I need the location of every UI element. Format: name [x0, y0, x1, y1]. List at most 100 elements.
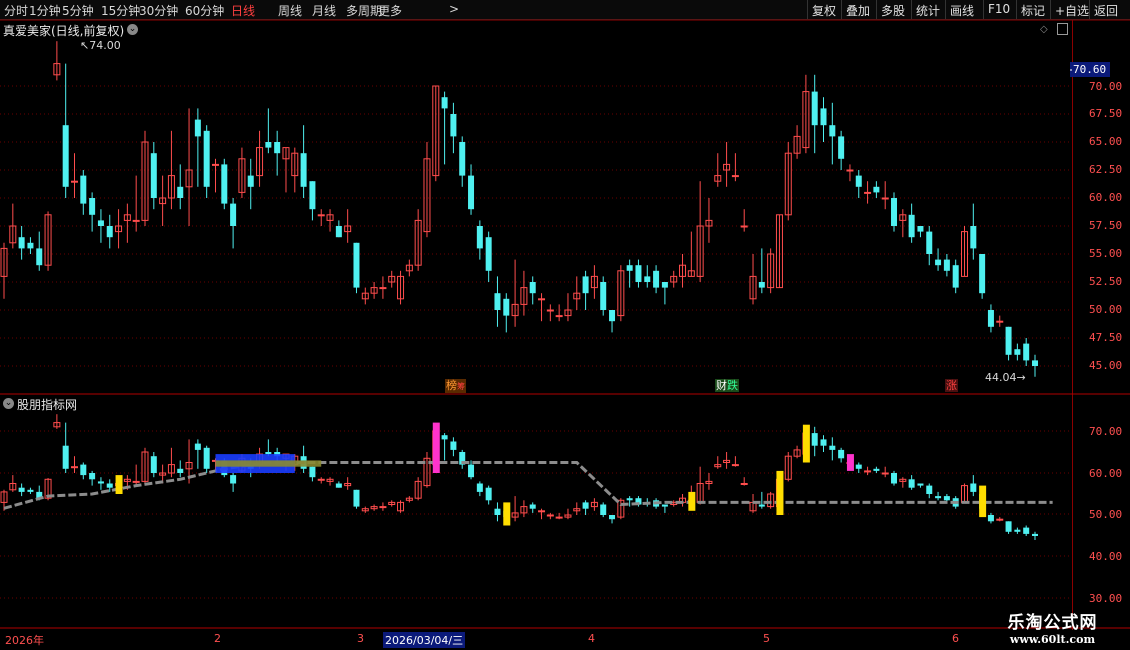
indicator-candle-body: [564, 514, 572, 518]
candle-body: [881, 197, 889, 200]
signal-bar: [979, 485, 987, 518]
candle-body: [450, 114, 457, 137]
candle-body: [203, 130, 210, 187]
indicator-candle-body: [979, 494, 986, 509]
toolbar-button[interactable]: 叠加: [841, 0, 874, 19]
candle-body: [846, 169, 854, 172]
signal-bar: [846, 454, 854, 471]
y-tick-label: 45.00: [1089, 359, 1123, 372]
candle-body: [546, 309, 554, 312]
period-tab[interactable]: 更多: [378, 2, 402, 19]
indicator-candle-body: [423, 457, 431, 487]
period-tab[interactable]: 15分钟: [101, 2, 140, 19]
toolbar-button[interactable]: 复权: [807, 0, 840, 19]
candle-body: [899, 214, 907, 221]
candle-body: [167, 175, 175, 199]
candle-body: [555, 315, 563, 318]
signal-bar: [802, 424, 810, 463]
indicator-title-label: 股朋指标网: [17, 398, 78, 412]
annotation-cai-die[interactable]: 财跌: [715, 379, 739, 392]
period-tab[interactable]: 60分钟: [185, 2, 224, 19]
period-tab[interactable]: 周线: [278, 2, 302, 19]
toolbar-button[interactable]: +自选: [1050, 0, 1093, 19]
toolbar-button[interactable]: 统计: [911, 0, 944, 19]
low-price-marker: 44.04→: [985, 371, 1026, 384]
period-tab[interactable]: 分时: [4, 2, 28, 19]
candle-body: [908, 214, 915, 238]
candle-body: [731, 175, 739, 178]
indicator-candle-body: [899, 478, 907, 482]
candle-body: [775, 214, 783, 289]
indicator-candle-body: [70, 466, 78, 469]
indicator-candle-body: [159, 472, 167, 476]
indicator-candle-body: [291, 455, 299, 466]
indicator-candle-body: [468, 464, 475, 478]
candle-body: [511, 303, 519, 317]
candle-body: [185, 169, 193, 188]
indicator-candle-body: [529, 504, 536, 509]
candle-body: [291, 152, 299, 177]
candle-body: [1032, 360, 1038, 366]
toolbar-button[interactable]: 画线: [945, 0, 978, 19]
candlestick-chart[interactable]: [0, 0, 1130, 650]
indicator-candle-body: [546, 514, 554, 517]
indicator-candle-body: [274, 452, 281, 457]
low-marker-arrow: →: [1016, 371, 1026, 384]
indicator-candle-body: [970, 483, 977, 492]
signal-bar: [776, 470, 784, 515]
annotation-zhang[interactable]: 涨: [945, 379, 958, 392]
indicator-candle-body: [27, 489, 34, 492]
indicator-candle-body: [185, 462, 193, 470]
period-tab[interactable]: 日线: [231, 2, 255, 19]
candle-body: [9, 225, 17, 244]
period-tab[interactable]: 月线: [312, 2, 336, 19]
period-tab[interactable]: 多周期: [346, 2, 382, 19]
y-tick-label: 65.00: [1089, 135, 1123, 148]
candle-body: [687, 270, 695, 277]
candle-body: [582, 276, 589, 294]
indicator-candle-body: [829, 445, 836, 450]
indicator-candle-body: [749, 501, 757, 512]
candle-body: [238, 158, 246, 193]
toolbar-button[interactable]: 返回: [1089, 0, 1122, 19]
period-tab[interactable]: 5分钟: [62, 2, 94, 19]
period-tab[interactable]: 30分钟: [139, 2, 178, 19]
indicator-candle-body: [203, 447, 210, 469]
indicator-candle-body: [432, 430, 440, 466]
candle-body: [476, 226, 483, 249]
watermark-url: www.60lt.com: [1009, 633, 1096, 646]
indicator-candle-body: [679, 497, 687, 503]
indicator-candle-body: [811, 433, 818, 446]
indicator-candle-body: [935, 496, 942, 499]
period-tab[interactable]: 1分钟: [29, 2, 61, 19]
candle-body: [987, 310, 994, 327]
toolbar-button[interactable]: F10: [983, 0, 1014, 19]
indicator-candle-body: [538, 510, 546, 513]
window-icon[interactable]: [1057, 23, 1068, 35]
candle-body: [36, 248, 43, 266]
indicator-candle-body: [767, 493, 775, 508]
diamond-icon[interactable]: ◇: [1040, 24, 1048, 35]
indicator-candle-body: [820, 439, 827, 446]
annotation-bang[interactable]: 榜筹: [445, 379, 466, 393]
toolbar-button[interactable]: 多股: [876, 0, 909, 19]
indicator-candle-body: [344, 483, 352, 487]
candle-body: [820, 108, 827, 126]
candle-body: [529, 282, 536, 294]
indicator-candle-body: [177, 468, 184, 473]
chevron-down-icon[interactable]: ⌄: [127, 24, 138, 35]
indicator-candle-body: [123, 478, 131, 482]
indicator-candle-body: [661, 504, 668, 507]
toolbar-button[interactable]: 标记: [1016, 0, 1049, 19]
candle-body: [317, 214, 325, 217]
indicator-candle-body: [335, 483, 342, 488]
indicator-candle-body: [450, 441, 457, 450]
chevron-down-icon[interactable]: ⌄: [3, 398, 14, 409]
candle-body: [970, 226, 977, 249]
indicator-candle-body: [881, 472, 889, 475]
y-tick-label: 50.00: [1089, 508, 1123, 521]
indicator-candle-body: [388, 501, 396, 505]
watermark: 乐淘公式网 www.60lt.com: [985, 608, 1120, 646]
chevron-right-icon[interactable]: >: [449, 2, 459, 16]
candle-body: [1014, 349, 1021, 355]
